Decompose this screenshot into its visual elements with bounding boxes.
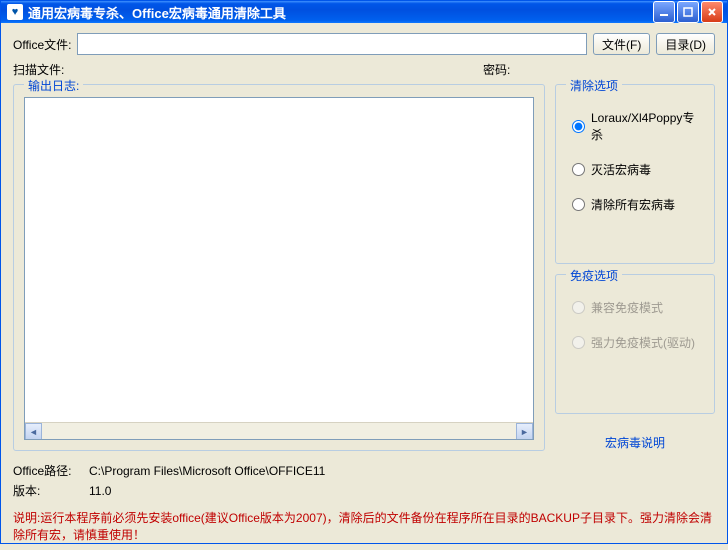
immune-radio-1 (572, 301, 585, 314)
clean-options-legend: 清除选项 (566, 77, 622, 94)
office-path-row: Office路径: C:\Program Files\Microsoft Off… (13, 462, 715, 479)
scroll-left-button[interactable]: ◄ (25, 423, 42, 440)
office-file-input[interactable] (77, 33, 587, 55)
file-button[interactable]: 文件(F) (593, 33, 650, 55)
office-path-value: C:\Program Files\Microsoft Office\OFFICE… (89, 464, 325, 478)
clean-radio-3[interactable] (572, 198, 585, 211)
macro-virus-help-link[interactable]: 宏病毒说明 (555, 434, 715, 451)
close-button[interactable] (701, 1, 723, 23)
warning-note: 说明:运行本程序前必须先安装office(建议Office版本为2007)，清除… (13, 510, 715, 544)
file-row: Office文件: 文件(F) 目录(D) (13, 33, 715, 55)
window-title: 通用宏病毒专杀、Office宏病毒通用清除工具 (28, 3, 653, 22)
clean-opt-remove-all[interactable]: 清除所有宏病毒 (572, 196, 704, 213)
side-column: 清除选项 Loraux/Xl4Poppy专杀 灭活宏病毒 清除所有宏病毒 (555, 84, 715, 451)
main-row: 输出日志: ◄ ► 清除选项 Loraux/Xl4Poppy专杀 (13, 84, 715, 451)
maximize-button[interactable] (677, 1, 699, 23)
clean-opt-loraux[interactable]: Loraux/Xl4Poppy专杀 (572, 109, 704, 143)
info-rows: Office路径: C:\Program Files\Microsoft Off… (13, 459, 715, 502)
clean-radio-2-label: 灭活宏病毒 (591, 161, 651, 178)
clean-options-group: 清除选项 Loraux/Xl4Poppy专杀 灭活宏病毒 清除所有宏病毒 (555, 84, 715, 264)
office-path-label: Office路径: (13, 462, 89, 479)
minimize-button[interactable] (653, 1, 675, 23)
immune-opt-strong: 强力免疫模式(驱动) (572, 334, 704, 351)
office-version-row: 版本: 11.0 (13, 482, 715, 499)
office-version-value: 11.0 (89, 484, 111, 498)
scroll-right-button[interactable]: ► (516, 423, 533, 440)
horizontal-scrollbar[interactable]: ◄ ► (25, 422, 533, 439)
immune-opt-compat: 兼容免疫模式 (572, 299, 704, 316)
clean-opt-deactivate[interactable]: 灭活宏病毒 (572, 161, 704, 178)
immune-radio-2 (572, 336, 585, 349)
window-controls (653, 1, 723, 23)
scan-file-label: 扫描文件: (13, 61, 73, 78)
title-bar[interactable]: ♥ 通用宏病毒专杀、Office宏病毒通用清除工具 (1, 1, 727, 23)
clean-radio-1[interactable] (572, 120, 585, 133)
immune-radio-2-label: 强力免疫模式(驱动) (591, 334, 695, 351)
clean-radio-2[interactable] (572, 163, 585, 176)
directory-button[interactable]: 目录(D) (656, 33, 715, 55)
app-icon: ♥ (7, 4, 23, 20)
output-log-group: 输出日志: ◄ ► (13, 84, 545, 451)
immune-options-legend: 免疫选项 (566, 267, 622, 284)
immune-options-group: 免疫选项 兼容免疫模式 强力免疫模式(驱动) (555, 274, 715, 414)
client-area: Office文件: 文件(F) 目录(D) 扫描文件: 密码: 输出日志: ◄ … (1, 23, 727, 550)
password-label: 密码: (483, 61, 510, 78)
clean-radio-1-label: Loraux/Xl4Poppy专杀 (591, 109, 704, 143)
output-log-textarea[interactable]: ◄ ► (24, 97, 534, 440)
office-file-label: Office文件: (13, 36, 71, 53)
office-version-label: 版本: (13, 482, 89, 499)
clean-radio-3-label: 清除所有宏病毒 (591, 196, 675, 213)
output-log-legend: 输出日志: (24, 77, 83, 94)
scan-row: 扫描文件: 密码: (13, 61, 715, 78)
immune-radio-1-label: 兼容免疫模式 (591, 299, 663, 316)
app-window: ♥ 通用宏病毒专杀、Office宏病毒通用清除工具 Office文件: 文件(F… (0, 0, 728, 544)
